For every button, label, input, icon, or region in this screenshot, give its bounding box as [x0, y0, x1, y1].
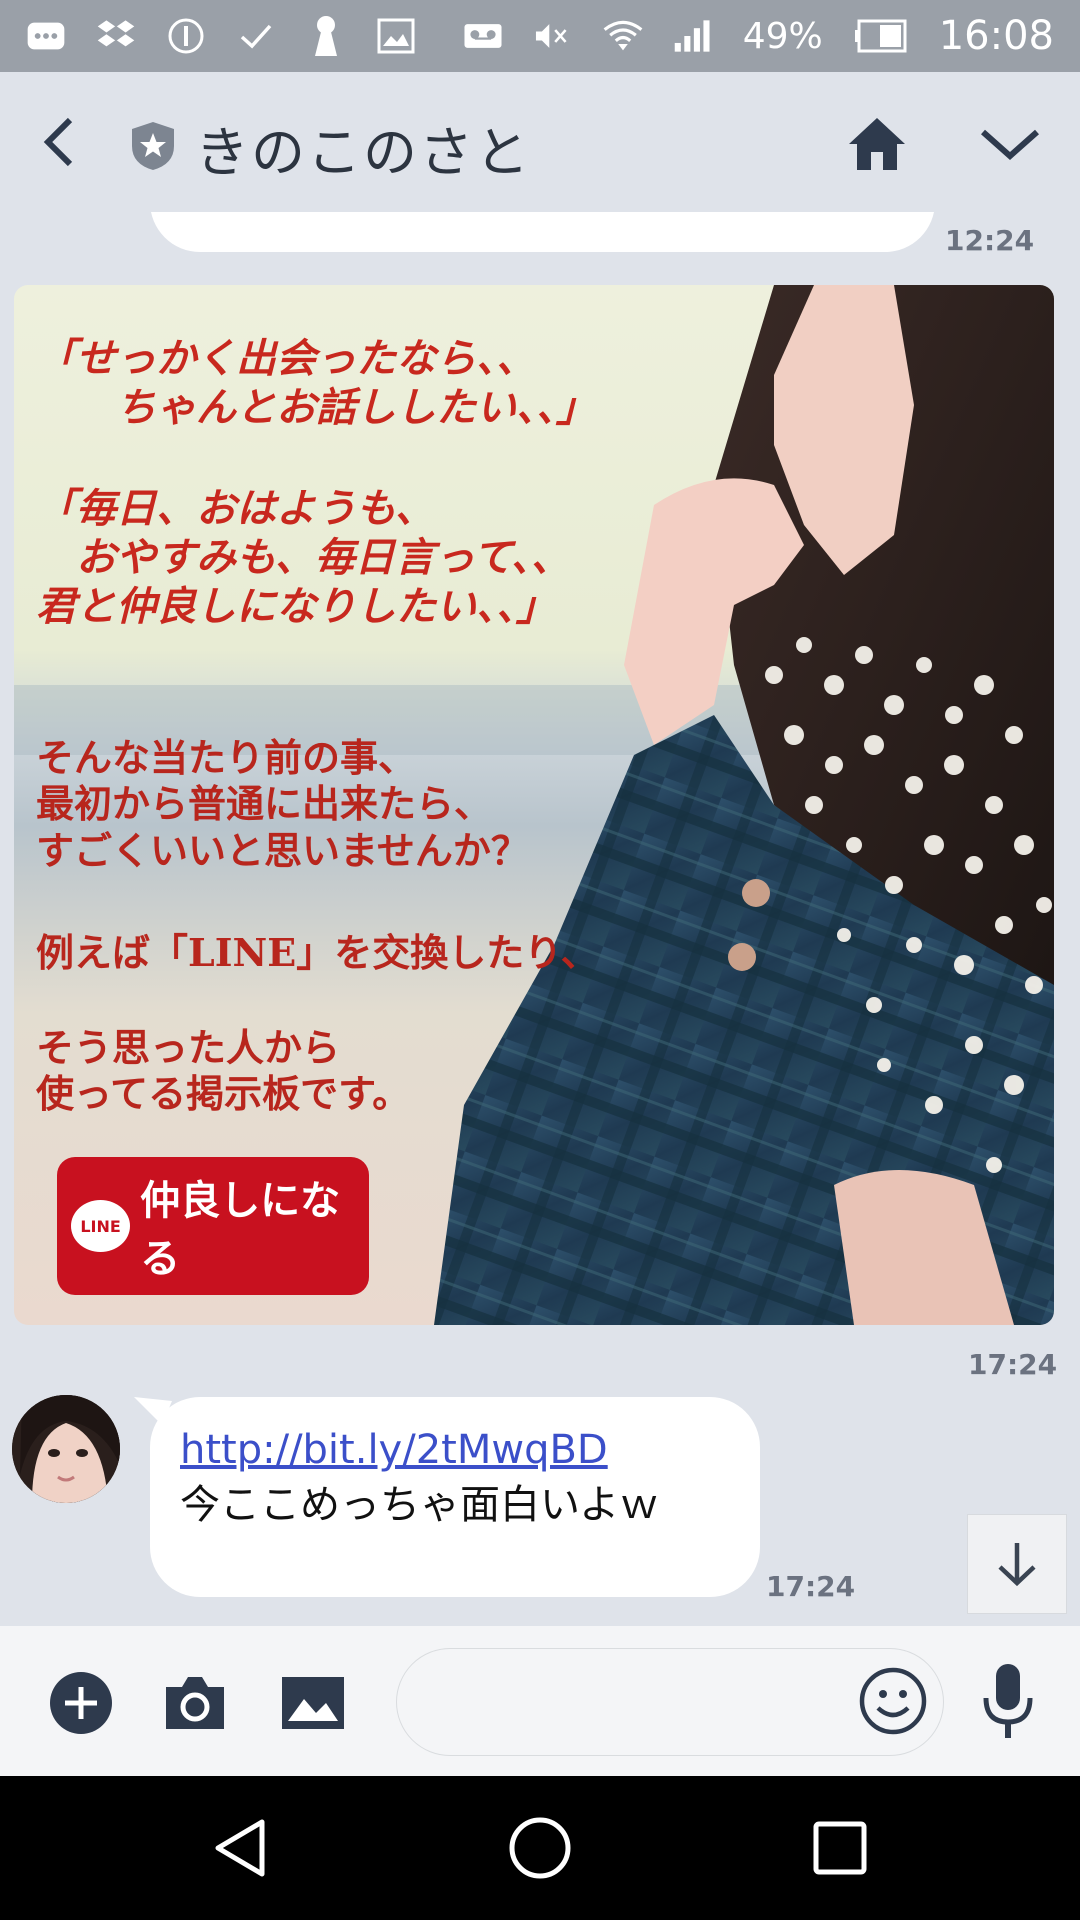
keyhole-icon: [306, 16, 346, 56]
battery-icon: [853, 16, 909, 56]
status-right: 49% 16:08: [463, 13, 1054, 59]
signal-icon: [673, 16, 713, 56]
nav-home-button[interactable]: [502, 1810, 578, 1886]
image-icon: [282, 1677, 344, 1729]
chat-area[interactable]: 12:24 「せっかく出会ったなら、、 ちゃんとお話ししたい、、」 「毎日、おは…: [0, 212, 1080, 1626]
chat-title: きのこのさと: [195, 121, 531, 184]
plus-circle-icon: [50, 1672, 112, 1734]
triangle-back-icon: [215, 1819, 265, 1877]
message-link[interactable]: http://bit.ly/2tMwqBD: [180, 1425, 730, 1475]
voicemail-icon: [463, 16, 503, 56]
promo-timestamp: 17:24: [968, 1348, 1058, 1381]
nav-recents-button[interactable]: [802, 1810, 878, 1886]
android-nav-bar: [0, 1776, 1080, 1920]
avatar-photo: [12, 1395, 120, 1503]
befriend-button[interactable]: LINE 仲良しになる: [57, 1157, 369, 1295]
image-icon: [376, 16, 416, 56]
camera-button[interactable]: [162, 1670, 228, 1736]
befriend-button-label: 仲良しになる: [140, 1177, 341, 1282]
menu-dropdown-button[interactable]: [975, 122, 1045, 166]
message-text: 今ここめっちゃ面白いよｗ: [180, 1482, 660, 1528]
add-button[interactable]: [48, 1670, 114, 1736]
chat-header: きのこのさと: [0, 72, 1080, 212]
nav-back-button[interactable]: [202, 1810, 278, 1886]
home-icon: [849, 118, 905, 170]
gallery-button[interactable]: [280, 1670, 346, 1736]
message-notification-icon: [26, 16, 66, 56]
promo-body-2: 例えば「LINE」を交換したり、: [36, 930, 599, 975]
home-button[interactable]: [845, 114, 909, 174]
promo-quote-2: 「毎日、おはようも、 おやすみも、毎日言って、、 君と仲良しになりしたい、、」: [36, 485, 571, 630]
status-left: [26, 16, 416, 56]
message-bubble[interactable]: http://bit.ly/2tMwqBD 今ここめっちゃ面白いよｗ: [150, 1397, 760, 1597]
square-recents-icon: [813, 1821, 867, 1875]
promo-body-3: そう思った人から 使ってる掲示板です。: [36, 1025, 411, 1117]
status-bar: 49% 16:08: [0, 0, 1080, 72]
promo-image[interactable]: 「せっかく出会ったなら、、 ちゃんとお話ししたい、、」 「毎日、おはようも、 お…: [14, 285, 1054, 1325]
info-circle-icon: [166, 16, 206, 56]
circle-home-icon: [509, 1817, 571, 1879]
promo-body-1: そんな当たり前の事、 最初から普通に出来たら、 すごくいいと思いませんか？: [36, 735, 529, 873]
promo-quote-1: 「せっかく出会ったなら、、 ちゃんとお話ししたい、、」: [36, 335, 596, 431]
voice-button[interactable]: [980, 1662, 1036, 1742]
chevron-left-icon: [43, 117, 73, 167]
message-timestamp-latest: 17:24: [766, 1570, 856, 1603]
previous-message-bubble[interactable]: [150, 212, 935, 252]
line-logo-text: LINE: [80, 1216, 121, 1236]
battery-percent: 49%: [742, 15, 823, 57]
scroll-to-bottom-button[interactable]: [967, 1514, 1067, 1614]
camera-icon: [166, 1677, 224, 1729]
microphone-icon: [983, 1664, 1033, 1738]
message-timestamp: 12:24: [945, 224, 1035, 257]
dropbox-icon: [96, 16, 136, 56]
check-icon: [236, 16, 276, 56]
sender-avatar[interactable]: [12, 1395, 120, 1503]
back-button[interactable]: [36, 112, 86, 172]
chevron-down-icon: [981, 129, 1039, 161]
wifi-icon: [603, 16, 643, 56]
line-logo-icon: LINE: [71, 1200, 131, 1252]
emoji-button[interactable]: [858, 1666, 928, 1736]
clock: 16:08: [938, 13, 1054, 59]
shield-star-icon: [130, 120, 176, 172]
arrow-down-icon: [998, 1543, 1036, 1587]
mute-icon: [533, 16, 573, 56]
smiley-icon: [859, 1667, 927, 1735]
input-bar: [0, 1626, 1080, 1776]
